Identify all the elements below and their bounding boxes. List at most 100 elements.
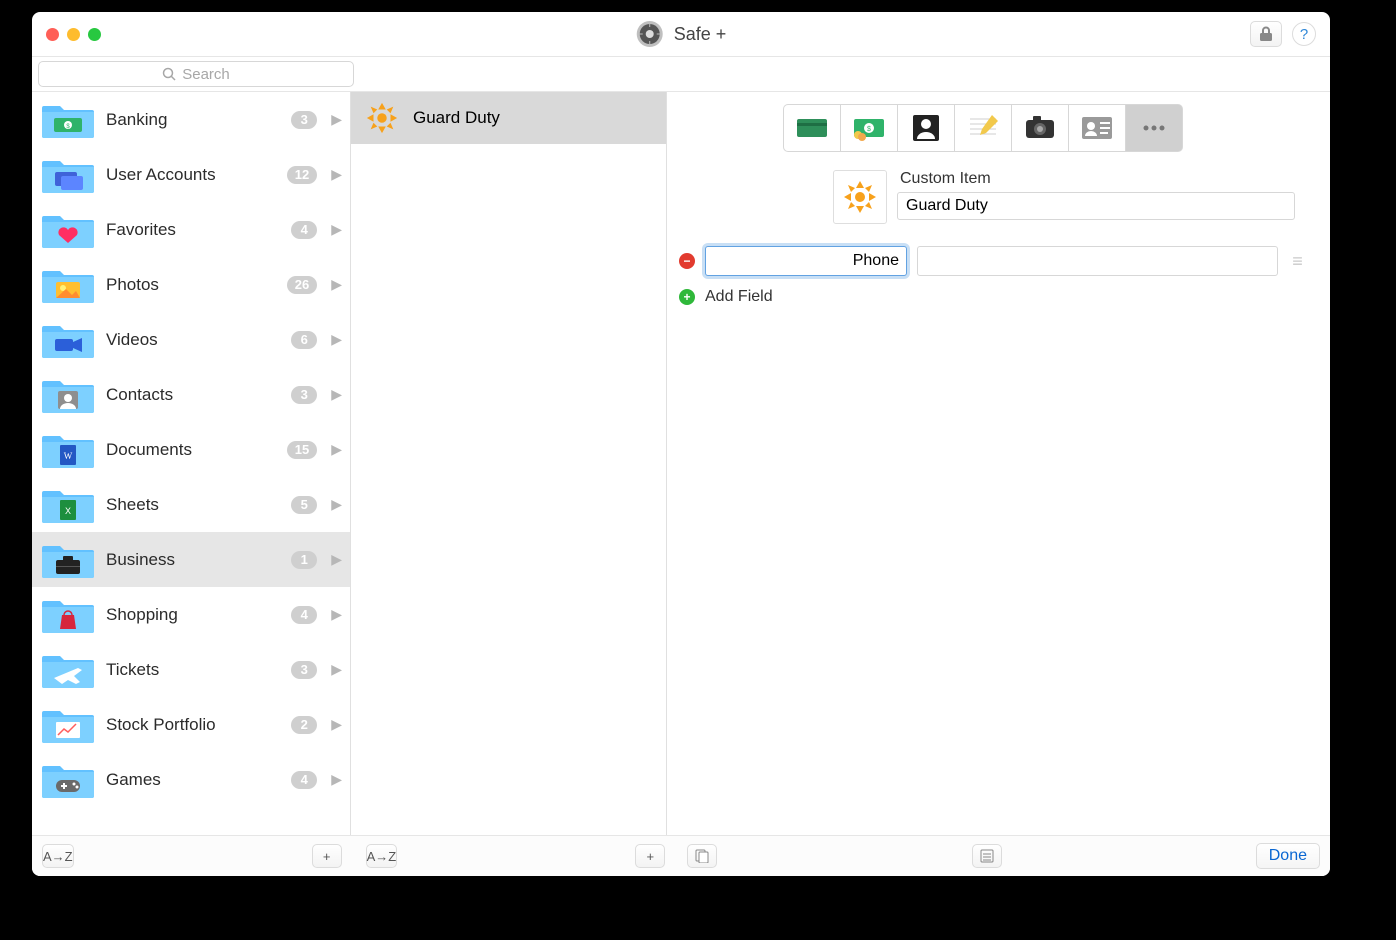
field-label-input[interactable] <box>705 246 907 276</box>
chevron-right-icon: ▶ <box>331 496 342 513</box>
type-bank-button[interactable]: $ <box>840 104 897 152</box>
sidebar-item-user-accounts[interactable]: User Accounts 12 ▶ <box>32 147 350 202</box>
item-list: Guard Duty <box>351 92 667 835</box>
type-account-button[interactable] <box>897 104 954 152</box>
list-icon <box>980 849 994 863</box>
sidebar-item-label: Videos <box>106 330 279 350</box>
chart-folder-icon <box>42 705 94 745</box>
search-input[interactable]: Search <box>38 61 354 87</box>
window-controls <box>46 28 101 41</box>
sidebar-item-banking[interactable]: $ Banking 3 ▶ <box>32 92 350 147</box>
minimize-window-button[interactable] <box>67 28 80 41</box>
sidebar-item-tickets[interactable]: Tickets 3 ▶ <box>32 642 350 697</box>
zoom-window-button[interactable] <box>88 28 101 41</box>
briefcase-folder-icon <box>42 540 94 580</box>
chevron-right-icon: ▶ <box>331 441 342 458</box>
sidebar-item-count: 1 <box>291 551 317 569</box>
type-photo-button[interactable] <box>1011 104 1068 152</box>
sort-categories-button[interactable]: A→Z <box>42 844 74 868</box>
sidebar-item-count: 15 <box>287 441 317 459</box>
done-button[interactable]: Done <box>1256 843 1320 869</box>
sidebar-item-count: 6 <box>291 331 317 349</box>
doc-folder-icon: W <box>42 430 94 470</box>
type-contact-button[interactable] <box>1068 104 1125 152</box>
app-title: Safe + <box>636 20 727 48</box>
sidebar-item-label: Documents <box>106 440 275 460</box>
sheet-folder-icon: X <box>42 485 94 525</box>
add-item-button[interactable]: + <box>635 844 665 868</box>
sidebar-item-sheets[interactable]: X Sheets 5 ▶ <box>32 477 350 532</box>
sidebar-item-label: Tickets <box>106 660 279 680</box>
sort-items-button[interactable]: A→Z <box>366 844 398 868</box>
lock-button[interactable] <box>1250 21 1282 47</box>
note-icon <box>964 109 1002 147</box>
search-placeholder: Search <box>182 66 230 83</box>
sidebar-item-label: Sheets <box>106 495 279 515</box>
contact-folder-icon <box>42 375 94 415</box>
sidebar-item-shopping[interactable]: Shopping 4 ▶ <box>32 587 350 642</box>
sidebar-item-stock-portfolio[interactable]: Stock Portfolio 2 ▶ <box>32 697 350 752</box>
field-row: − ≡ <box>679 246 1314 276</box>
toolbar: Search <box>32 57 1330 92</box>
drag-handle-icon[interactable]: ≡ <box>1288 258 1308 264</box>
svg-text:$: $ <box>867 126 871 133</box>
idcard-icon <box>1078 109 1116 147</box>
item-icon <box>365 101 399 135</box>
template-button[interactable] <box>972 844 1002 868</box>
chevron-right-icon: ▶ <box>331 386 342 403</box>
sidebar-item-label: Favorites <box>106 220 279 240</box>
field-value-input[interactable] <box>917 246 1278 276</box>
sidebar-item-business[interactable]: Business 1 ▶ <box>32 532 350 587</box>
sidebar-item-label: Stock Portfolio <box>106 715 279 735</box>
sidebar-item-photos[interactable]: Photos 26 ▶ <box>32 257 350 312</box>
gamepad-folder-icon <box>42 760 94 800</box>
sidebar-item-count: 3 <box>291 661 317 679</box>
search-icon <box>162 67 176 81</box>
sidebar-item-count: 4 <box>291 221 317 239</box>
camera-icon <box>1021 109 1059 147</box>
chevron-right-icon: ▶ <box>331 111 342 128</box>
sidebar-item-label: Shopping <box>106 605 279 625</box>
footer-toolbar: A→Z + A→Z + Done <box>32 835 1330 876</box>
chevron-right-icon: ▶ <box>331 166 342 183</box>
add-field-row[interactable]: + Add Field <box>679 288 1314 306</box>
add-category-button[interactable]: + <box>312 844 342 868</box>
bag-folder-icon <box>42 595 94 635</box>
card-icon <box>793 109 831 147</box>
item-icon[interactable] <box>833 170 887 224</box>
list-item-guard-duty[interactable]: Guard Duty <box>351 92 666 144</box>
plane-folder-icon <box>42 650 94 690</box>
svg-text:W: W <box>64 451 73 461</box>
chevron-right-icon: ▶ <box>331 331 342 348</box>
type-note-button[interactable] <box>954 104 1011 152</box>
sidebar-item-count: 4 <box>291 771 317 789</box>
sidebar-item-count: 2 <box>291 716 317 734</box>
video-folder-icon <box>42 320 94 360</box>
sidebar-item-count: 4 <box>291 606 317 624</box>
list-item-label: Guard Duty <box>413 108 500 128</box>
lock-icon <box>1259 26 1273 42</box>
type-card-button[interactable] <box>783 104 840 152</box>
add-field-button[interactable]: + <box>679 289 695 305</box>
item-name-input[interactable] <box>897 192 1295 220</box>
sidebar-item-contacts[interactable]: Contacts 3 ▶ <box>32 367 350 422</box>
app-window: Safe + ? Search $ <box>32 12 1330 876</box>
add-field-label: Add Field <box>705 288 773 306</box>
sidebar-item-videos[interactable]: Videos 6 ▶ <box>32 312 350 367</box>
chevron-right-icon: ▶ <box>331 771 342 788</box>
heart-folder-icon <box>42 210 94 250</box>
svg-text:X: X <box>65 506 71 516</box>
sidebar-item-count: 3 <box>291 386 317 404</box>
sidebar-item-documents[interactable]: W Documents 15 ▶ <box>32 422 350 477</box>
remove-field-button[interactable]: − <box>679 253 695 269</box>
sidebar-item-favorites[interactable]: Favorites 4 ▶ <box>32 202 350 257</box>
accounts-folder-icon <box>42 155 94 195</box>
close-window-button[interactable] <box>46 28 59 41</box>
sidebar-item-games[interactable]: Games 4 ▶ <box>32 752 350 807</box>
copy-button[interactable] <box>687 844 717 868</box>
ellipsis-icon <box>1135 109 1173 147</box>
copy-icon <box>695 849 709 863</box>
sidebar-item-label: User Accounts <box>106 165 275 185</box>
type-custom-button[interactable] <box>1125 104 1183 152</box>
help-button[interactable]: ? <box>1292 22 1316 46</box>
